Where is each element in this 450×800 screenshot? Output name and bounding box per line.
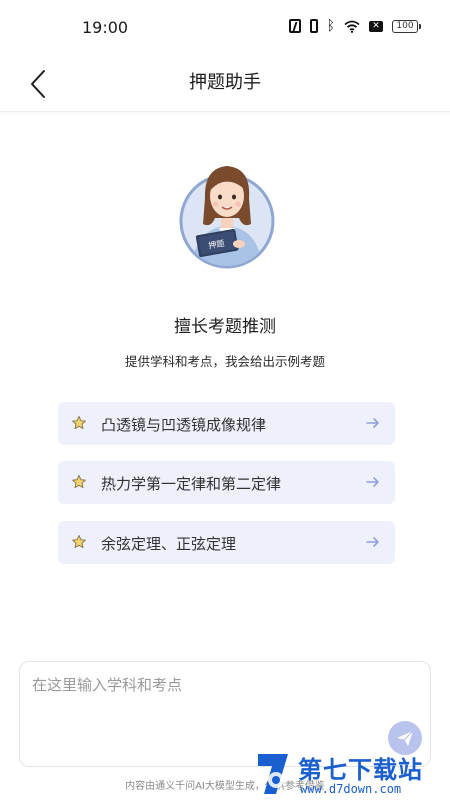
- wifi-icon: [344, 20, 360, 33]
- hero-subtitle: 提供学科和考点，我会给出示例考题: [124, 354, 325, 369]
- arrow-right-icon: [366, 537, 379, 547]
- nfc-icon: [288, 19, 301, 33]
- star-icon: [72, 535, 86, 549]
- suggestion-item[interactable]: 余弦定理、正弦定理: [58, 521, 395, 564]
- topic-input[interactable]: [32, 674, 392, 734]
- bluetooth-icon: ᛒ: [326, 18, 335, 34]
- watermark-logo-icon: [258, 754, 288, 794]
- suggestion-item[interactable]: 凸透镜与凹透镜成像规律: [58, 402, 395, 445]
- suggestion-label: 凸透镜与凹透镜成像规律: [101, 416, 267, 434]
- watermark-brand: 第七下载站: [298, 756, 423, 784]
- suggestion-label: 余弦定理、正弦定理: [101, 535, 237, 553]
- star-icon: [72, 475, 86, 489]
- watermark: 第七下载站 www.d7down.com: [254, 748, 450, 800]
- sim-icon: ✕: [369, 20, 383, 32]
- header: 押题助手: [0, 56, 450, 112]
- vibrate-icon: [309, 19, 318, 33]
- page-title: 押题助手: [189, 72, 261, 93]
- suggestion-item[interactable]: 热力学第一定律和第二定律: [58, 461, 395, 504]
- assistant-avatar: 押题: [177, 158, 277, 270]
- watermark-url: www.d7down.com: [300, 782, 402, 796]
- status-bar: 19:00 ᛒ ✕ 100: [0, 0, 450, 56]
- arrow-right-icon: [366, 477, 379, 487]
- arrow-right-icon: [366, 418, 379, 428]
- battery-icon: 100: [392, 19, 421, 33]
- hero-title: 擅长考题推测: [174, 317, 276, 337]
- status-time: 19:00: [82, 18, 129, 37]
- suggestion-label: 热力学第一定律和第二定律: [101, 475, 282, 493]
- star-icon: [72, 416, 86, 430]
- avatar-illustration: 押题: [179, 166, 275, 269]
- status-icons: ᛒ ✕ 100: [288, 18, 421, 34]
